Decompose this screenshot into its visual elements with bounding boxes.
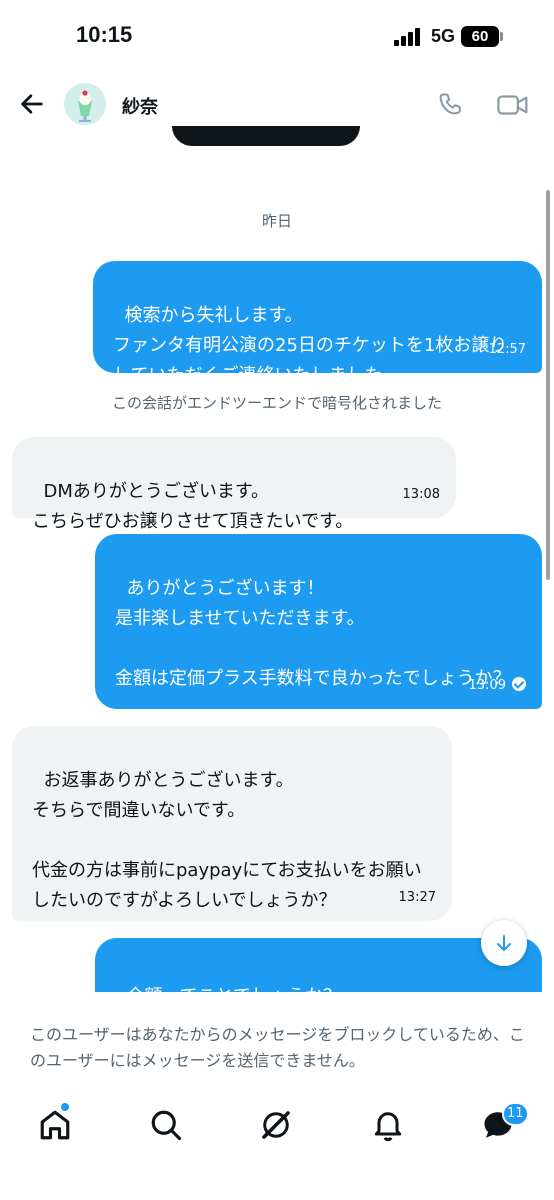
video-call-icon[interactable] — [496, 91, 530, 119]
message-bubble-received[interactable]: お返事ありがとうございます。 そちらで間違いないです。 代金の方は事前にpayp… — [12, 726, 452, 921]
message-time: 13:09 — [468, 678, 506, 693]
battery-level: 60 — [471, 28, 489, 45]
message-time: 12:57 — [488, 342, 526, 357]
melon-soda-icon — [64, 83, 106, 125]
messages-unread-badge: 11 — [502, 1102, 529, 1126]
message-text: 検索から失礼します。 ファンタ有明公演の25日のチケットを1枚お譲りしていただく… — [113, 305, 508, 386]
message-text: お返事ありがとうございます。 そちらで間違いないです。 代金の方は事前にpayp… — [32, 770, 422, 911]
message-time: 13:08 — [402, 487, 440, 502]
phone-call-icon[interactable] — [436, 90, 466, 120]
home-notification-dot — [61, 1103, 69, 1111]
search-icon[interactable] — [148, 1107, 184, 1143]
scroll-to-bottom-button[interactable] — [481, 920, 527, 966]
network-type: 5G — [431, 26, 456, 46]
message-bubble-sent[interactable]: ありがとうございます！ 是非楽しませていただきます。 金額は定価プラス手数料で良… — [95, 534, 542, 709]
arrow-down-icon — [497, 935, 511, 951]
read-check-icon — [512, 677, 526, 691]
battery-icon: 60 — [461, 26, 499, 47]
grok-icon[interactable] — [258, 1107, 294, 1143]
message-text: DMありがとうございます。 こちらぜひお譲りさせて頂きたいです。 — [32, 481, 354, 532]
message-text: ありがとうございます！ 是非楽しませていただきます。 金額は定価プラス手数料で良… — [115, 578, 511, 689]
avatar[interactable] — [64, 83, 106, 125]
blocked-notice-text: このユーザーはあなたからのメッセージをブロックしているため、このユーザーにはメッ… — [30, 1025, 525, 1070]
date-divider: 昨日 — [261, 212, 292, 230]
cellular-signal-icon — [394, 28, 424, 46]
message-bubble-received[interactable]: DMありがとうございます。 こちらぜひお譲りさせて頂きたいです。 13:08 — [12, 437, 456, 532]
bottom-tab-bar: 11 — [0, 1087, 554, 1200]
back-arrow-icon[interactable] — [18, 90, 46, 118]
status-bar: 10:15 5G 60 — [0, 0, 554, 74]
battery-nub — [500, 32, 503, 41]
contact-name[interactable]: 紗奈 — [122, 93, 158, 119]
home-icon[interactable] — [37, 1107, 73, 1143]
status-time: 10:15 — [76, 22, 133, 47]
scrollbar[interactable] — [546, 190, 550, 580]
notifications-bell-icon[interactable] — [370, 1107, 406, 1143]
message-meta: 13:09 — [469, 671, 526, 701]
blocked-notice-panel: このユーザーはあなたからのメッセージをブロックしているため、このユーザーにはメッ… — [0, 992, 554, 1087]
encryption-notice: この会話がエンドツーエンドで暗号化されました — [111, 394, 442, 412]
dynamic-island — [172, 126, 360, 146]
message-time: 13:27 — [398, 890, 436, 905]
message-bubble-sent[interactable]: 検索から失礼します。 ファンタ有明公演の25日のチケットを1枚お譲りしていただく… — [93, 261, 542, 386]
